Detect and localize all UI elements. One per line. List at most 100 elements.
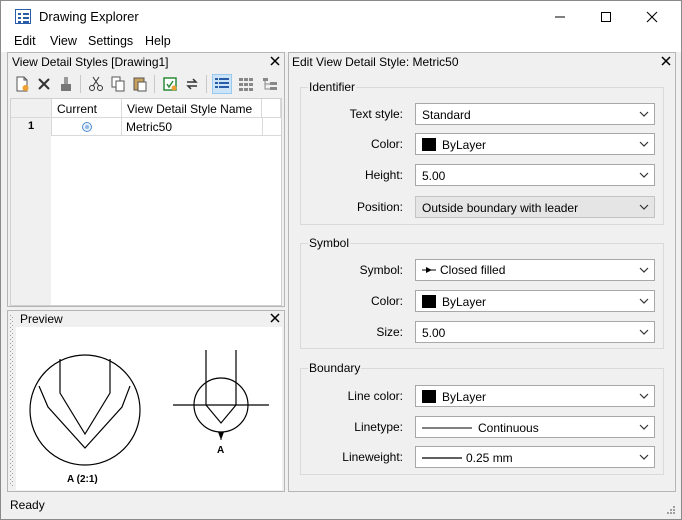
- chevron-down-icon: [639, 141, 649, 147]
- edit-panel-header: Edit View Detail Style: Metric50: [289, 53, 675, 70]
- copy-icon: [111, 76, 125, 92]
- detail-preview-drawing: A (2:1) A: [29, 350, 269, 485]
- lineweight-dropdown[interactable]: 0.25 mm: [415, 446, 655, 468]
- maximize-button[interactable]: [583, 1, 629, 32]
- brush-icon: [61, 77, 71, 91]
- paste-button[interactable]: [130, 74, 150, 94]
- linetype-dropdown[interactable]: Continuous: [415, 416, 655, 438]
- resize-grip-icon[interactable]: [666, 505, 676, 515]
- menu-help[interactable]: Help: [145, 34, 171, 48]
- symbol-dropdown[interactable]: Closed filled: [415, 259, 655, 281]
- chevron-down-icon: [639, 424, 649, 430]
- grid-corner: [11, 99, 52, 118]
- paste-icon: [133, 77, 147, 92]
- column-header-filler: [262, 99, 281, 118]
- color-swatch: [422, 138, 436, 151]
- column-header-current[interactable]: Current: [52, 99, 122, 118]
- app-icon: [15, 9, 31, 24]
- parent-label: A: [217, 445, 224, 456]
- delete-icon: [38, 78, 50, 90]
- size-label: Size:: [376, 325, 403, 339]
- edit-panel-title: Edit View Detail Style: Metric50: [292, 55, 459, 69]
- menu-view[interactable]: View: [50, 34, 77, 48]
- size-value: 5.00: [422, 326, 446, 340]
- styles-panel-title: View Detail Styles [Drawing1]: [12, 55, 169, 69]
- line-color-dropdown[interactable]: ByLayer: [415, 385, 655, 407]
- preview-canvas: A (2:1) A: [16, 327, 282, 490]
- set-current-button[interactable]: [160, 74, 180, 94]
- identifier-color-value: ByLayer: [442, 138, 487, 152]
- symbol-color-value: ByLayer: [442, 295, 487, 309]
- edit-panel-close-icon[interactable]: [661, 53, 671, 69]
- chevron-down-icon: [639, 393, 649, 399]
- boundary-group: Boundary Line color: ByLayer Linetype: C…: [300, 361, 664, 475]
- identifier-color-label: Color:: [370, 137, 403, 151]
- text-style-label: Text style:: [349, 107, 403, 121]
- title-bar: Drawing Explorer: [1, 1, 681, 32]
- new-style-button[interactable]: [12, 74, 32, 94]
- new-document-icon: [16, 76, 29, 92]
- row-index: 1: [11, 118, 52, 136]
- text-style-dropdown[interactable]: Standard: [415, 103, 655, 125]
- preview-panel: Preview A (2:1) A: [7, 310, 285, 492]
- symbol-label: Symbol:: [359, 263, 403, 277]
- line-color-value: ByLayer: [442, 390, 487, 404]
- menu-edit[interactable]: Edit: [14, 34, 36, 48]
- chevron-down-icon: [639, 172, 649, 178]
- table-row[interactable]: 1 Metric50: [11, 118, 281, 136]
- set-current-icon: [163, 77, 177, 91]
- edit-style-panel: Edit View Detail Style: Metric50 Identif…: [288, 52, 676, 492]
- lineweight-value: 0.25 mm: [466, 451, 513, 465]
- tree-view-button[interactable]: [260, 74, 280, 94]
- copy-button[interactable]: [108, 74, 128, 94]
- style-name-cell[interactable]: Metric50: [126, 120, 172, 134]
- column-header-name[interactable]: View Detail Style Name: [122, 99, 262, 118]
- identifier-group: Identifier Text style: Standard Color: B…: [300, 80, 664, 225]
- menu-settings[interactable]: Settings: [88, 34, 133, 48]
- grip-icon[interactable]: [9, 313, 15, 491]
- menu-bar: Edit View Settings Help: [1, 32, 681, 52]
- grid-view-button[interactable]: [236, 74, 256, 94]
- list-view-icon: [215, 78, 229, 88]
- minimize-button[interactable]: [537, 1, 583, 32]
- cut-button[interactable]: [86, 74, 106, 94]
- symbol-group: Symbol Symbol: Closed filled Color: ByLa…: [300, 236, 664, 349]
- chevron-down-icon: [639, 204, 649, 210]
- symbol-value: Closed filled: [440, 263, 506, 277]
- window-title: Drawing Explorer: [39, 9, 139, 24]
- symbol-group-title: Symbol: [308, 236, 351, 250]
- lineweight-sample-icon: [422, 457, 462, 459]
- current-cell[interactable]: [52, 118, 122, 136]
- grid-view-icon: [239, 78, 253, 91]
- line-sample-icon: [422, 427, 472, 429]
- text-style-value: Standard: [422, 108, 471, 122]
- status-text: Ready: [10, 498, 45, 512]
- identifier-group-title: Identifier: [308, 80, 357, 94]
- line-color-label: Line color:: [347, 389, 403, 403]
- tree-view-icon: [263, 78, 277, 90]
- styles-panel-close-icon[interactable]: [270, 53, 280, 69]
- chevron-down-icon: [639, 298, 649, 304]
- chevron-down-icon: [639, 267, 649, 273]
- lineweight-label: Lineweight:: [342, 450, 403, 464]
- purge-button[interactable]: [56, 74, 76, 94]
- boundary-group-title: Boundary: [308, 361, 362, 375]
- styles-toolbar: [8, 71, 284, 97]
- list-view-button[interactable]: [212, 74, 232, 94]
- refresh-button[interactable]: [182, 74, 202, 94]
- delete-style-button[interactable]: [34, 74, 54, 94]
- refresh-icon: [186, 78, 198, 90]
- identifier-color-dropdown[interactable]: ByLayer: [415, 133, 655, 155]
- current-radio-icon: [82, 122, 92, 132]
- symbol-color-dropdown[interactable]: ByLayer: [415, 290, 655, 312]
- detail-label: A (2:1): [67, 474, 98, 485]
- height-dropdown[interactable]: 5.00: [415, 164, 655, 186]
- position-label: Position:: [356, 200, 403, 214]
- close-button[interactable]: [629, 1, 675, 32]
- size-dropdown[interactable]: 5.00: [415, 321, 655, 343]
- preview-close-icon[interactable]: [270, 310, 280, 326]
- position-dropdown[interactable]: Outside boundary with leader: [415, 196, 655, 218]
- scissors-icon: [89, 76, 103, 91]
- styles-panel-header: View Detail Styles [Drawing1]: [8, 53, 284, 70]
- status-bar: Ready: [1, 495, 681, 519]
